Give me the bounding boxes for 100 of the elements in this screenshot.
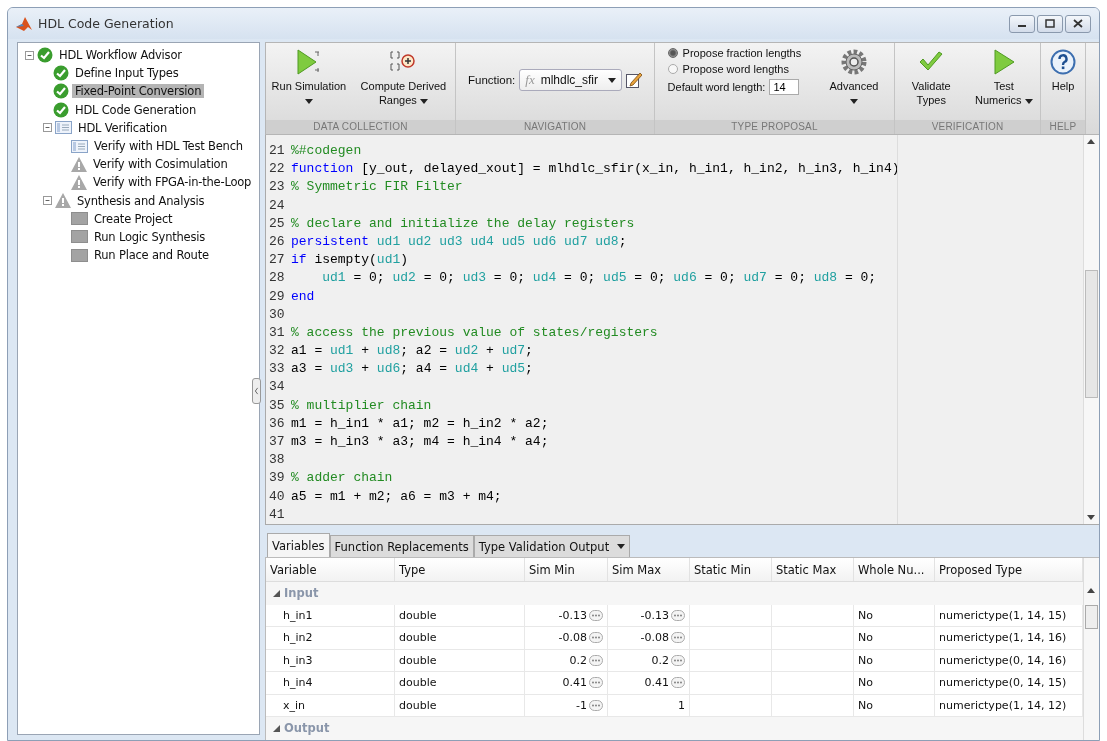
- tree-item[interactable]: HDL Verification: [75, 120, 170, 135]
- tree-item[interactable]: HDL Code Generation: [72, 102, 199, 117]
- line-number: 39: [269, 469, 286, 488]
- collapse-icon[interactable]: [273, 589, 280, 597]
- word-length-field[interactable]: 14: [769, 79, 800, 95]
- table-cell: -0.13: [640, 608, 669, 622]
- collapse-icon[interactable]: [25, 50, 34, 60]
- check-icon: [53, 65, 69, 82]
- tree-item[interactable]: Verify with FPGA-in-the-Loop: [90, 175, 255, 190]
- radio-option[interactable]: Propose fraction lengths: [667, 47, 802, 59]
- close-button[interactable]: [1065, 14, 1091, 33]
- table-cell: h_in1: [283, 608, 313, 622]
- tree-item[interactable]: Synthesis and Analysis: [74, 193, 208, 208]
- line-number: 35: [269, 396, 286, 415]
- toolbar-button[interactable]: Run Simulation: [268, 49, 350, 104]
- edit-dots-icon[interactable]: [589, 654, 603, 666]
- line-number: 36: [269, 414, 286, 433]
- column-header[interactable]: Whole Nu...: [854, 558, 935, 581]
- code-line: a3 = ud3 + ud6; a4 = ud4 + ud5;: [291, 360, 533, 379]
- code-line: if isempty(ud1): [291, 251, 409, 270]
- table-cell: numerictype(1, 14, 15): [939, 608, 1067, 622]
- column-header[interactable]: Static Max: [772, 558, 854, 581]
- column-header[interactable]: Sim Min: [525, 558, 608, 581]
- tree-item[interactable]: Run Place and Route: [91, 248, 212, 263]
- line-number: 28: [269, 269, 286, 288]
- tree-item[interactable]: Define Input Types: [72, 66, 182, 81]
- caret-icon: [608, 77, 617, 83]
- table-cell: 0.41: [562, 676, 587, 690]
- edit-dots-icon[interactable]: [671, 609, 685, 621]
- collapse-icon[interactable]: [43, 123, 52, 133]
- warning-icon: [71, 174, 87, 190]
- collapse-icon[interactable]: [43, 196, 52, 206]
- scrollbar[interactable]: [1083, 558, 1099, 740]
- edit-dots-icon[interactable]: [589, 632, 603, 644]
- column-header[interactable]: Type: [395, 558, 525, 581]
- tab[interactable]: Function Replacements: [329, 535, 474, 557]
- line-number: 29: [269, 287, 286, 306]
- line-number: 26: [269, 232, 286, 251]
- window-title: HDL Code Generation: [38, 16, 174, 31]
- radio-option[interactable]: Propose word lengths: [667, 63, 802, 75]
- table-cell: -1: [576, 698, 587, 712]
- tree-item[interactable]: Verify with HDL Test Bench: [91, 139, 246, 154]
- line-number: 40: [269, 487, 286, 506]
- toolbar-button[interactable]: Advanced: [826, 49, 882, 104]
- table-row[interactable]: h_in4 double 0.41 0.41 No numerictype(0, 14, 15): [266, 672, 1083, 695]
- check-icon: [37, 47, 53, 64]
- code-line: % declare and initialize the delay registers: [291, 214, 635, 233]
- edit-dots-icon[interactable]: [671, 632, 685, 644]
- tree-item[interactable]: Run Logic Synthesis: [91, 229, 209, 244]
- edit-dots-icon[interactable]: [589, 699, 603, 711]
- group-label: Output: [284, 721, 330, 736]
- table-row[interactable]: h_in1 double -0.13 -0.13 No numerictype(1, 14, 15): [266, 604, 1083, 627]
- collapse-handle[interactable]: [252, 378, 261, 404]
- table-cell: numerictype(0, 14, 15): [939, 676, 1067, 690]
- line-number: 30: [269, 305, 286, 324]
- table-row[interactable]: h_in3 double 0.2 0.2 No numerictype(0, 14, 16): [266, 649, 1083, 672]
- check-icon: [53, 83, 69, 100]
- edit-dots-icon[interactable]: [671, 654, 685, 666]
- scroll-up-icon[interactable]: [1087, 139, 1095, 144]
- tree-item[interactable]: Fixed-Point Conversion: [72, 84, 205, 99]
- edit-dots-icon[interactable]: [671, 677, 685, 689]
- warning-icon: [71, 156, 87, 172]
- tree-item[interactable]: HDL Workflow Advisor: [56, 48, 185, 63]
- minimize-button[interactable]: [1009, 14, 1035, 33]
- field-label: Function:: [467, 74, 516, 86]
- column-header[interactable]: Sim Max: [608, 558, 690, 581]
- list-icon: [71, 139, 88, 153]
- scrollbar-thumb[interactable]: [1085, 270, 1098, 398]
- code-line: m1 = h_in1 * a1; m2 = h_in2 * a2;: [291, 414, 549, 433]
- scrollbar[interactable]: [1083, 135, 1099, 524]
- toolbar-button[interactable]: Compute Derived Ranges: [354, 49, 453, 107]
- edit-dots-icon[interactable]: [589, 609, 603, 621]
- collapse-icon[interactable]: [273, 724, 280, 732]
- gear-icon: [840, 49, 867, 75]
- table-cell: double: [399, 676, 437, 690]
- close-icon: [1073, 19, 1083, 28]
- restore-button[interactable]: [1037, 14, 1063, 33]
- tab[interactable]: Type Validation Output: [473, 535, 631, 557]
- tree-item[interactable]: Verify with Cosimulation: [90, 157, 231, 172]
- edit-dots-icon[interactable]: [589, 677, 603, 689]
- column-header[interactable]: Variable: [266, 558, 395, 581]
- table-cell: numerictype(1, 14, 16): [939, 631, 1067, 645]
- scroll-up-icon[interactable]: [1087, 588, 1095, 593]
- table-cell: 0.2: [569, 653, 587, 667]
- tab[interactable]: Variables: [267, 533, 330, 557]
- scrollbar-thumb[interactable]: [1085, 605, 1098, 629]
- scroll-down-icon[interactable]: [1087, 515, 1095, 520]
- pencil-icon[interactable]: [626, 72, 643, 88]
- toolbar-button[interactable]: Validate Types: [895, 49, 968, 107]
- toolbar-button[interactable]: Test Numerics: [967, 49, 1040, 107]
- line-number: 23: [269, 178, 286, 197]
- table-cell: h_in4: [283, 676, 313, 690]
- code-line: % adder chain: [291, 469, 393, 488]
- table-row[interactable]: h_in2 double -0.08 -0.08 No numerictype(1, 14, 16): [266, 627, 1083, 650]
- toolbar-button[interactable]: Help: [1047, 49, 1079, 93]
- column-header[interactable]: Static Min: [690, 558, 772, 581]
- tree-item[interactable]: Create Project: [91, 211, 176, 226]
- function-dropdown[interactable]: fx mlhdlc_sfir: [519, 69, 623, 91]
- table-cell: -0.13: [558, 608, 587, 622]
- table-cell: 1: [678, 698, 685, 712]
